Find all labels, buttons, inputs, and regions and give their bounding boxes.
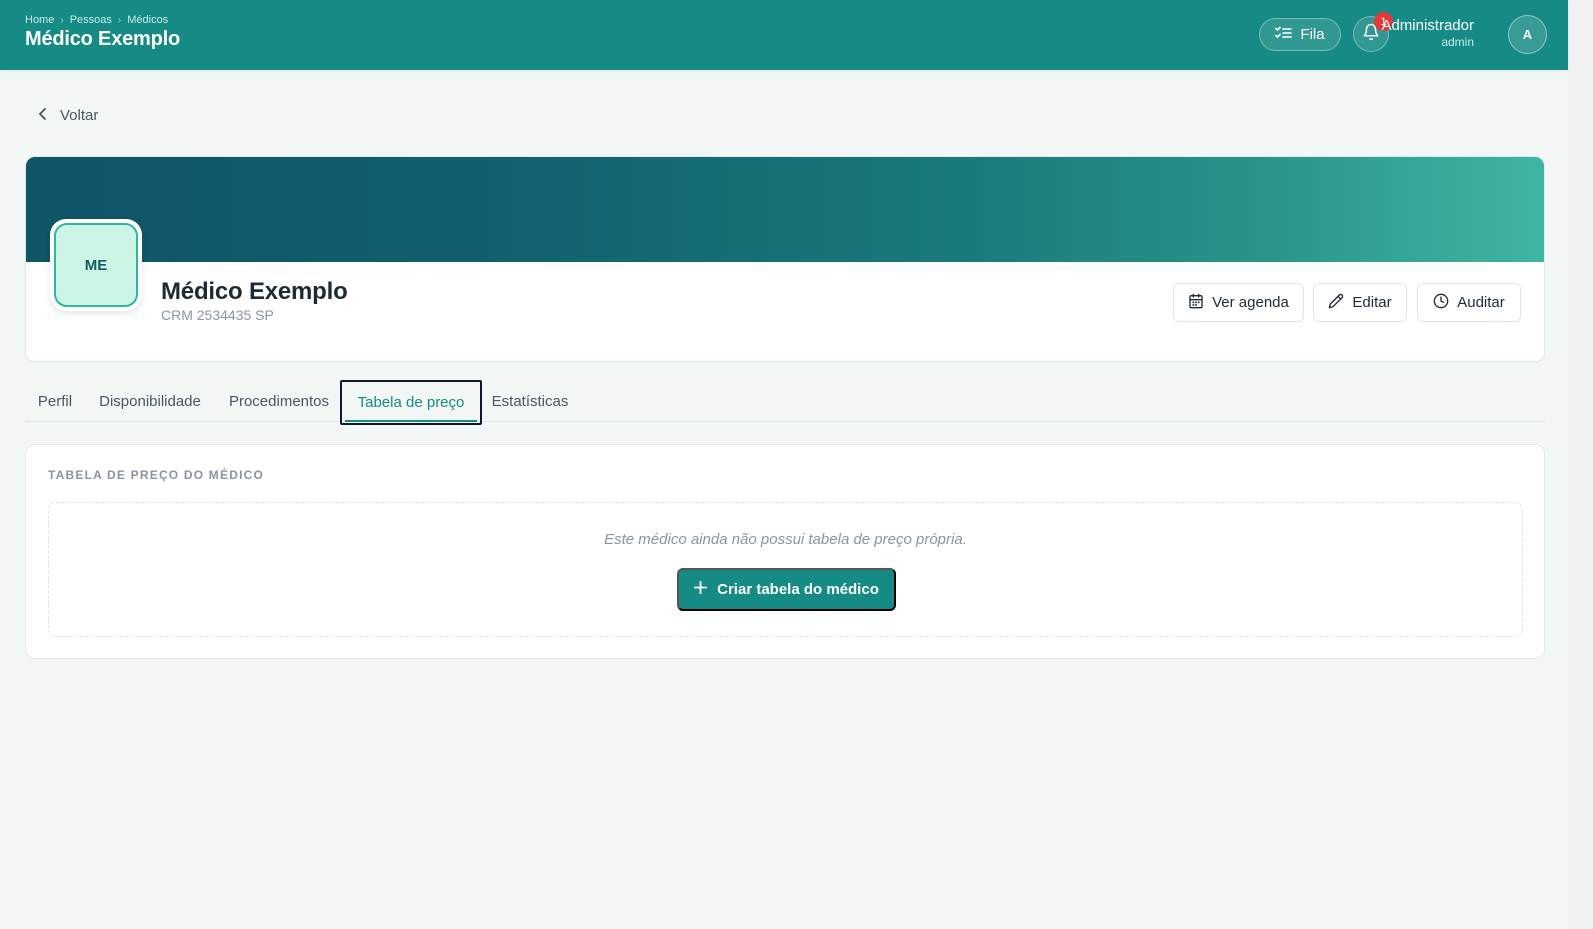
user-name: Administrador bbox=[1381, 17, 1474, 34]
tab-procedimentos[interactable]: Procedimentos bbox=[221, 380, 337, 422]
tab-disponibilidade[interactable]: Disponibilidade bbox=[91, 380, 209, 422]
top-bar: Home › Pessoas › Médicos Médico Exemplo … bbox=[0, 0, 1568, 70]
section-title: TABELA DE PREÇO DO MÉDICO bbox=[48, 468, 265, 482]
breadcrumb-separator: › bbox=[117, 14, 122, 26]
pencil-icon bbox=[1328, 293, 1344, 313]
doctor-initials: ME bbox=[54, 223, 138, 307]
user-avatar[interactable]: A bbox=[1508, 15, 1547, 54]
fila-label: Fila bbox=[1300, 26, 1325, 43]
profile-banner bbox=[26, 157, 1544, 262]
back-label: Voltar bbox=[60, 106, 99, 124]
editar-button[interactable]: Editar bbox=[1313, 283, 1407, 322]
breadcrumb-separator: › bbox=[60, 14, 64, 26]
auditar-button[interactable]: Auditar bbox=[1417, 283, 1521, 322]
calendar-icon bbox=[1188, 293, 1204, 313]
ver-agenda-button[interactable]: Ver agenda bbox=[1173, 283, 1304, 322]
price-table-card: TABELA DE PREÇO DO MÉDICO Este médico ai… bbox=[25, 444, 1545, 659]
active-tab-indicator bbox=[345, 420, 477, 422]
tab-tabela-de-preco[interactable]: Tabela de preço bbox=[340, 380, 482, 425]
back-link[interactable]: Voltar bbox=[38, 104, 98, 126]
ver-agenda-label: Ver agenda bbox=[1212, 294, 1289, 311]
breadcrumb-medicos[interactable]: Médicos bbox=[127, 14, 168, 26]
clock-icon bbox=[1433, 293, 1449, 313]
editar-label: Editar bbox=[1352, 294, 1392, 311]
tab-perfil[interactable]: Perfil bbox=[25, 380, 85, 422]
doctor-crm: CRM 2534435 SP bbox=[161, 307, 274, 323]
empty-message: Este médico ainda não possui tabela de p… bbox=[604, 531, 967, 548]
doctor-avatar: ME bbox=[50, 219, 142, 311]
checklist-icon bbox=[1275, 26, 1293, 44]
chevron-left-icon bbox=[38, 107, 48, 124]
page-title: Médico Exemplo bbox=[25, 28, 181, 50]
page-scrollbar[interactable] bbox=[1568, 0, 1593, 929]
tab-tabela-de-preco-label: Tabela de preço bbox=[357, 394, 465, 411]
empty-state: Este médico ainda não possui tabela de p… bbox=[48, 502, 1523, 637]
plus-icon bbox=[694, 581, 708, 598]
profile-card: ME Médico Exemplo CRM 2534435 SP Ver age… bbox=[25, 156, 1545, 362]
auditar-label: Auditar bbox=[1457, 294, 1505, 311]
breadcrumb-home[interactable]: Home bbox=[25, 14, 54, 26]
create-price-table-button[interactable]: Criar tabela do médico bbox=[677, 568, 896, 611]
breadcrumb-pessoas[interactable]: Pessoas bbox=[70, 14, 112, 26]
breadcrumb: Home › Pessoas › Médicos bbox=[25, 14, 168, 26]
fila-button[interactable]: Fila bbox=[1259, 18, 1341, 51]
user-role: admin bbox=[1441, 35, 1474, 49]
tab-estatisticas[interactable]: Estatísticas bbox=[485, 380, 575, 422]
create-price-table-label: Criar tabela do médico bbox=[717, 581, 879, 598]
doctor-name: Médico Exemplo bbox=[161, 278, 348, 305]
profile-tabs: Perfil Disponibilidade Procedimentos Tab… bbox=[25, 380, 1545, 425]
